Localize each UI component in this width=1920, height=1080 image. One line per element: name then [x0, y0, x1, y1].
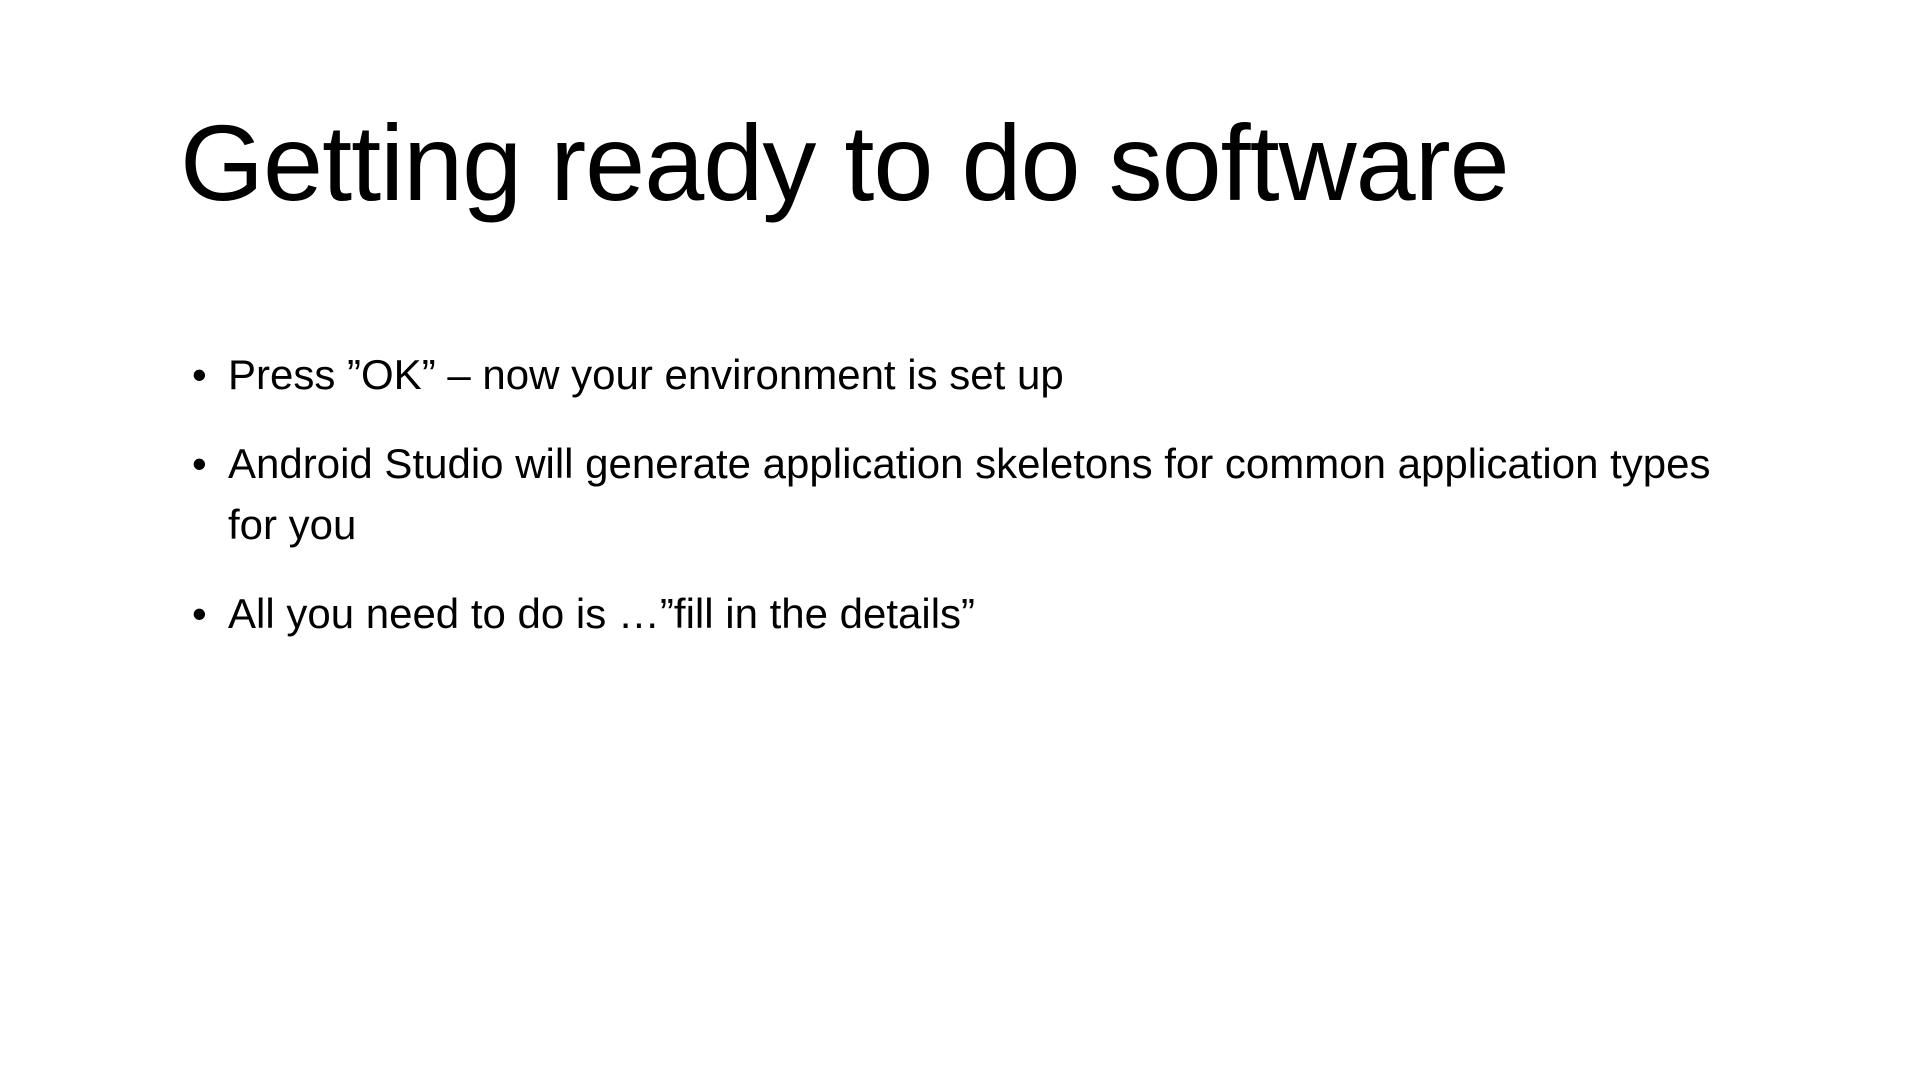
slide-container: Getting ready to do software Press ”OK” …: [0, 0, 1920, 1080]
bullet-list: Press ”OK” – now your environment is set…: [180, 345, 1740, 645]
list-item: All you need to do is …”fill in the deta…: [180, 584, 1740, 645]
slide-title: Getting ready to do software: [180, 100, 1740, 225]
list-item: Android Studio will generate application…: [180, 434, 1740, 556]
list-item: Press ”OK” – now your environment is set…: [180, 345, 1740, 406]
